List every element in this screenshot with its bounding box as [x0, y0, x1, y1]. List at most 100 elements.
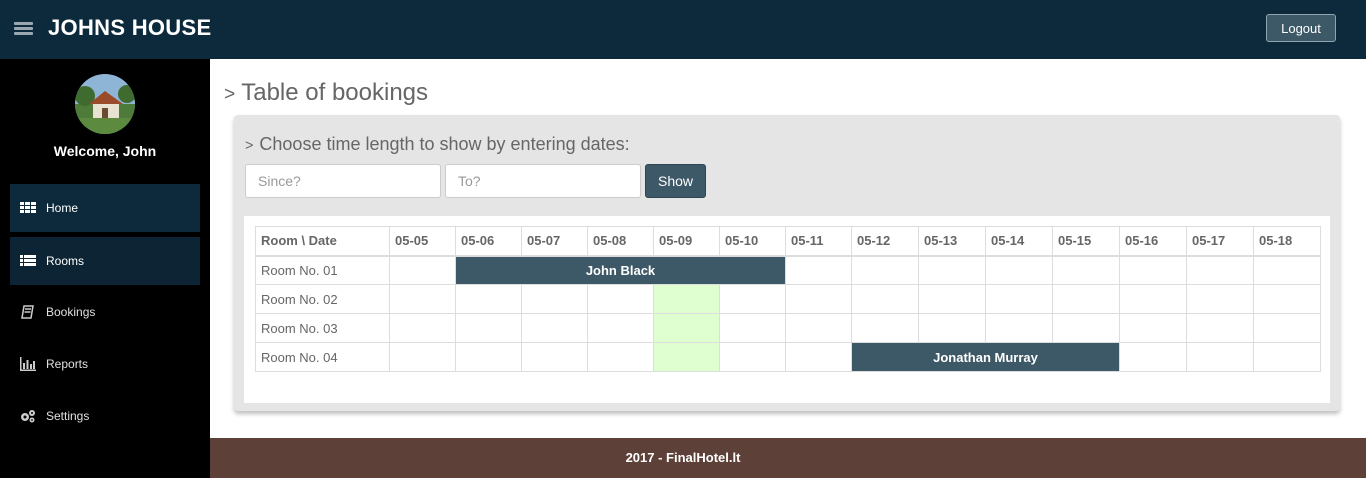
avatar	[75, 74, 135, 134]
logout-button[interactable]: Logout	[1266, 14, 1336, 42]
date-header: 05-11	[785, 226, 852, 257]
date-header: 05-12	[851, 226, 919, 257]
empty-day-cell[interactable]	[455, 342, 522, 372]
empty-day-cell[interactable]	[587, 313, 654, 343]
date-header: 05-13	[918, 226, 986, 257]
column-header: Room \ Date	[255, 226, 390, 257]
page-title: > Table of bookings	[224, 79, 428, 107]
empty-day-cell[interactable]	[1186, 284, 1254, 314]
empty-day-cell[interactable]	[1253, 313, 1321, 343]
sidebar-item-label: Rooms	[46, 254, 85, 268]
empty-day-cell[interactable]	[719, 342, 786, 372]
empty-day-cell[interactable]	[785, 342, 852, 372]
empty-day-cell[interactable]	[918, 313, 986, 343]
sidebar-item-settings[interactable]: Settings	[10, 392, 200, 440]
sidebar-item-label: Reports	[46, 357, 89, 371]
empty-day-cell[interactable]	[1186, 255, 1254, 285]
room-label: Room No. 03	[255, 313, 390, 343]
empty-day-cell[interactable]	[785, 284, 852, 314]
empty-day-cell[interactable]	[587, 342, 654, 372]
date-header: 05-06	[455, 226, 522, 257]
empty-day-cell[interactable]	[851, 255, 919, 285]
booking-cell[interactable]: Jonathan Murray	[851, 342, 1120, 372]
booking-cell[interactable]: John Black	[455, 255, 786, 285]
bookings-table: Room \ Date 05-05 05-06 05-07 05-08 05-09 05-1…	[255, 226, 1321, 372]
empty-day-cell[interactable]	[389, 255, 456, 285]
table-row: Room No. 03	[255, 313, 1321, 343]
sidebar-item-label: Settings	[46, 409, 90, 423]
sidebar-item-rooms[interactable]: Rooms	[10, 237, 200, 285]
main-content: > Table of bookings > Choose time length t…	[210, 59, 1366, 438]
empty-day-cell[interactable]	[719, 284, 786, 314]
empty-day-cell[interactable]	[521, 284, 588, 314]
empty-day-cell[interactable]	[455, 313, 522, 343]
date-header: 05-14	[985, 226, 1053, 257]
show-button[interactable]: Show	[645, 164, 706, 198]
empty-day-cell[interactable]	[785, 255, 852, 285]
sidebar-item-reports[interactable]: Reports	[10, 340, 200, 388]
app-title: JOHNS HOUSE	[48, 15, 212, 40]
empty-day-cell[interactable]	[785, 313, 852, 343]
empty-day-cell[interactable]	[455, 284, 522, 314]
empty-day-cell[interactable]	[918, 255, 986, 285]
date-header: 05-15	[1052, 226, 1120, 257]
empty-day-cell[interactable]	[985, 313, 1053, 343]
empty-day-cell[interactable]	[985, 284, 1053, 314]
sidebar-item-home[interactable]: Home	[10, 184, 200, 232]
empty-day-cell[interactable]	[1052, 313, 1120, 343]
empty-day-cell[interactable]	[1119, 284, 1187, 314]
room-label: Room No. 02	[255, 284, 390, 314]
filter-title-text: Choose time length to show by entering d…	[259, 134, 630, 154]
date-header: 05-09	[653, 226, 720, 257]
to-date-input[interactable]	[445, 164, 641, 198]
date-header: 05-07	[521, 226, 588, 257]
bar-chart-icon	[20, 357, 36, 371]
room-label: Room No. 04	[255, 342, 390, 372]
footer: 2017 - FinalHotel.lt	[210, 438, 1366, 478]
empty-day-cell[interactable]	[1253, 342, 1321, 372]
empty-day-cell[interactable]	[1052, 284, 1120, 314]
empty-day-cell[interactable]	[653, 284, 720, 314]
empty-day-cell[interactable]	[719, 313, 786, 343]
empty-day-cell[interactable]	[389, 313, 456, 343]
empty-day-cell[interactable]	[1186, 342, 1254, 372]
empty-day-cell[interactable]	[1253, 284, 1321, 314]
empty-day-cell[interactable]	[1119, 313, 1187, 343]
empty-day-cell[interactable]	[918, 284, 986, 314]
chevron-right-icon: >	[245, 138, 254, 154]
filter-title: > Choose time length to show by entering …	[245, 134, 630, 155]
empty-day-cell[interactable]	[985, 255, 1053, 285]
empty-day-cell[interactable]	[653, 313, 720, 343]
grid-icon	[20, 202, 36, 213]
empty-day-cell[interactable]	[851, 313, 919, 343]
table-header-row: Room \ Date 05-05 05-06 05-07 05-08 05-09 05-1…	[255, 226, 1321, 257]
table-row: Room No. 01 John Black	[255, 255, 1321, 285]
date-header: 05-17	[1186, 226, 1254, 257]
empty-day-cell[interactable]	[1253, 255, 1321, 285]
sidebar-item-label: Home	[46, 201, 79, 215]
empty-day-cell[interactable]	[1119, 342, 1187, 372]
date-header: 05-08	[587, 226, 654, 257]
empty-day-cell[interactable]	[1052, 255, 1120, 285]
menu-toggle-icon[interactable]	[14, 22, 33, 36]
empty-day-cell[interactable]	[1119, 255, 1187, 285]
empty-day-cell[interactable]	[587, 284, 654, 314]
date-header: 05-10	[719, 226, 786, 257]
date-header: 05-05	[389, 226, 456, 257]
top-navbar: JOHNS HOUSE Logout	[0, 0, 1366, 59]
gears-icon	[21, 410, 35, 423]
empty-day-cell[interactable]	[521, 313, 588, 343]
sidebar-item-bookings[interactable]: Bookings	[10, 288, 200, 336]
empty-day-cell[interactable]	[1186, 313, 1254, 343]
empty-day-cell[interactable]	[521, 342, 588, 372]
bookings-panel: > Choose time length to show by entering …	[234, 115, 1340, 411]
room-label: Room No. 01	[255, 255, 390, 285]
table-row: Room No. 04 Jonathan Murray	[255, 342, 1321, 372]
page-title-text: Table of bookings	[241, 79, 429, 106]
table-container: Room \ Date 05-05 05-06 05-07 05-08 05-09 05-1…	[244, 216, 1330, 403]
empty-day-cell[interactable]	[653, 342, 720, 372]
empty-day-cell[interactable]	[389, 342, 456, 372]
empty-day-cell[interactable]	[851, 284, 919, 314]
empty-day-cell[interactable]	[389, 284, 456, 314]
since-date-input[interactable]	[245, 164, 441, 198]
